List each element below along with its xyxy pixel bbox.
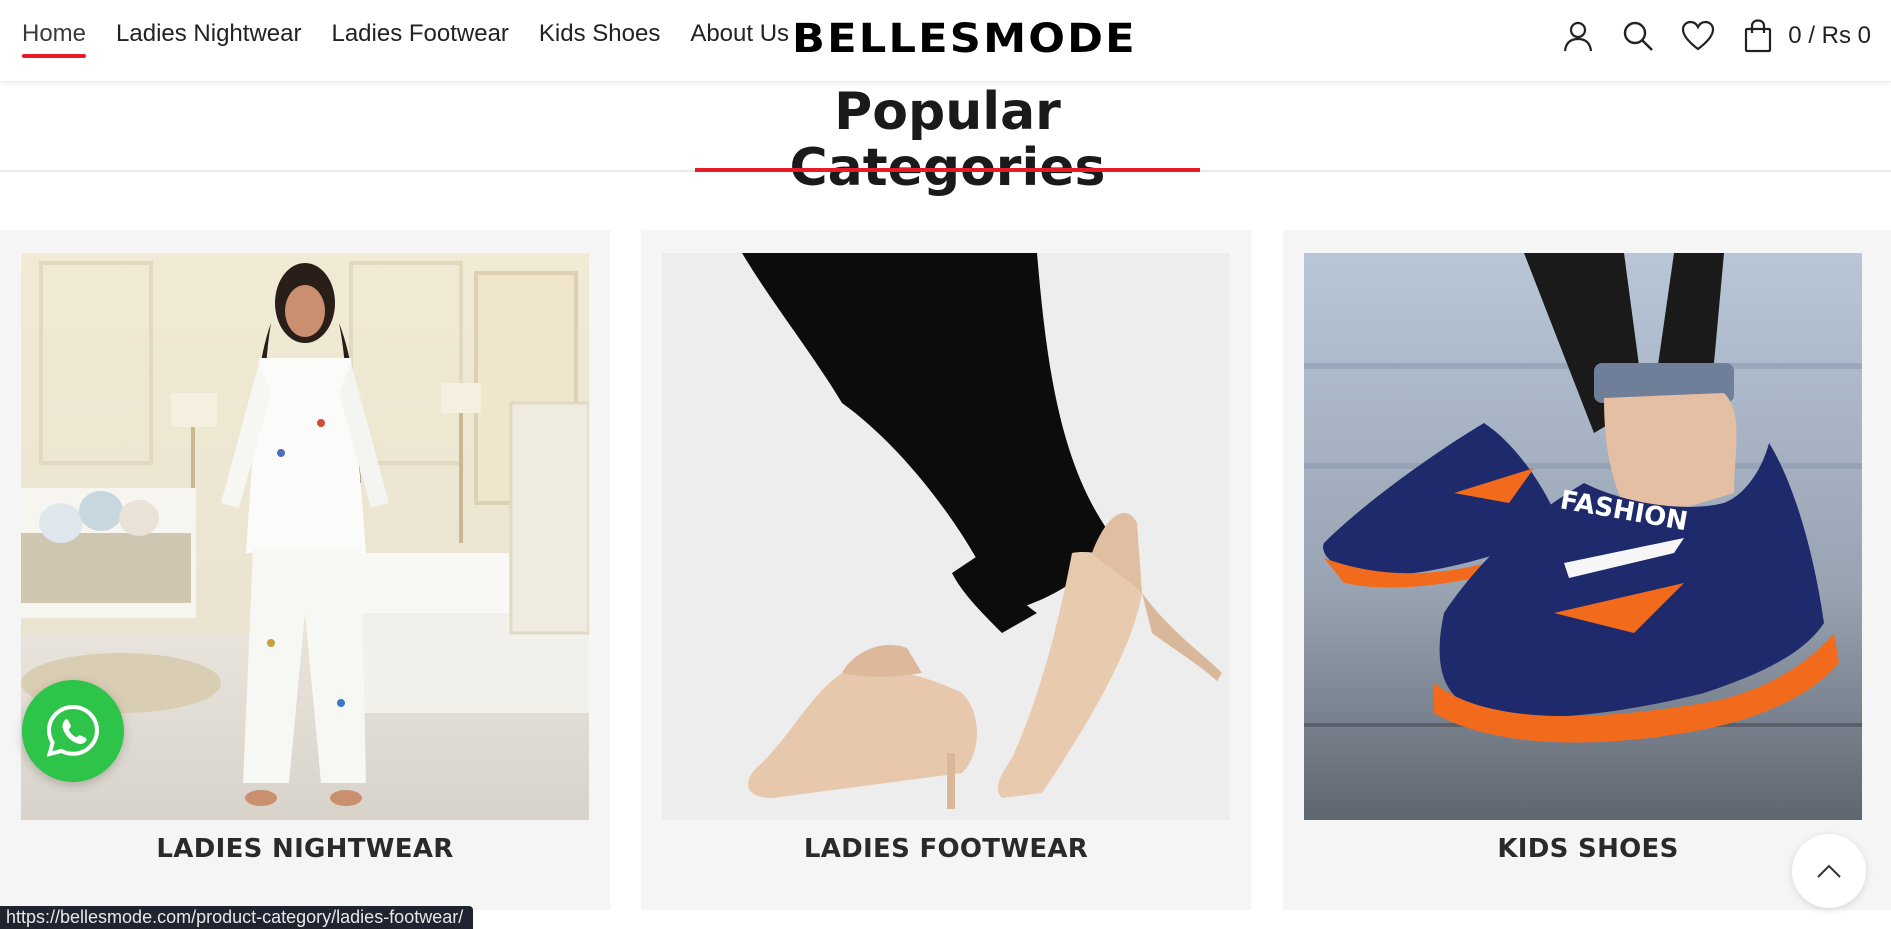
page: Home Ladies Nightwear Ladies Footwear Ki…	[0, 0, 1891, 929]
nav-ladies-footwear[interactable]: Ladies Footwear	[331, 18, 508, 58]
whatsapp-icon	[46, 704, 100, 757]
category-label-ladies-nightwear[interactable]: LADIES NIGHTWEAR	[0, 834, 610, 864]
category-grid: LADIES NIGHTWEAR LADIES FOOTWEAR FASHION…	[0, 230, 1891, 929]
whatsapp-button[interactable]	[22, 680, 124, 782]
category-card-kids-shoes[interactable]: FASHION KIDS SHOES	[1283, 230, 1891, 910]
user-icon[interactable]	[1556, 14, 1600, 58]
cart-total[interactable]: 0 / Rs 0	[1788, 14, 1871, 58]
main-nav: Home Ladies Nightwear Ladies Footwear Ki…	[22, 18, 819, 58]
category-image-ladies-footwear[interactable]	[662, 253, 1230, 820]
nav-ladies-nightwear[interactable]: Ladies Nightwear	[116, 18, 301, 58]
status-bar-url: https://bellesmode.com/product-category/…	[0, 906, 474, 929]
category-image-kids-shoes[interactable]: FASHION	[1304, 253, 1872, 820]
section-title: Popular Categories	[789, 82, 1106, 198]
site-header: Home Ladies Nightwear Ladies Footwear Ki…	[0, 0, 1891, 82]
section-header: Popular Categories	[0, 82, 1891, 198]
title-underline	[695, 168, 1200, 172]
header-actions: 0 / Rs 0	[1540, 14, 1871, 58]
category-card-ladies-footwear[interactable]: LADIES FOOTWEAR	[641, 230, 1251, 910]
category-card-ladies-nightwear[interactable]: LADIES NIGHTWEAR	[0, 230, 610, 910]
category-label-ladies-footwear[interactable]: LADIES FOOTWEAR	[641, 834, 1251, 864]
scroll-to-top-button[interactable]	[1792, 834, 1866, 908]
chevron-up-icon	[1817, 864, 1841, 878]
nav-home[interactable]: Home	[22, 18, 87, 58]
heart-icon[interactable]	[1676, 14, 1720, 58]
nav-kids-shoes[interactable]: Kids Shoes	[539, 18, 660, 58]
site-logo[interactable]: BELLESMODE	[792, 14, 1137, 64]
shopping-bag-icon[interactable]	[1736, 14, 1780, 58]
search-icon[interactable]	[1616, 14, 1660, 58]
nav-about-us[interactable]: About Us	[690, 18, 789, 58]
